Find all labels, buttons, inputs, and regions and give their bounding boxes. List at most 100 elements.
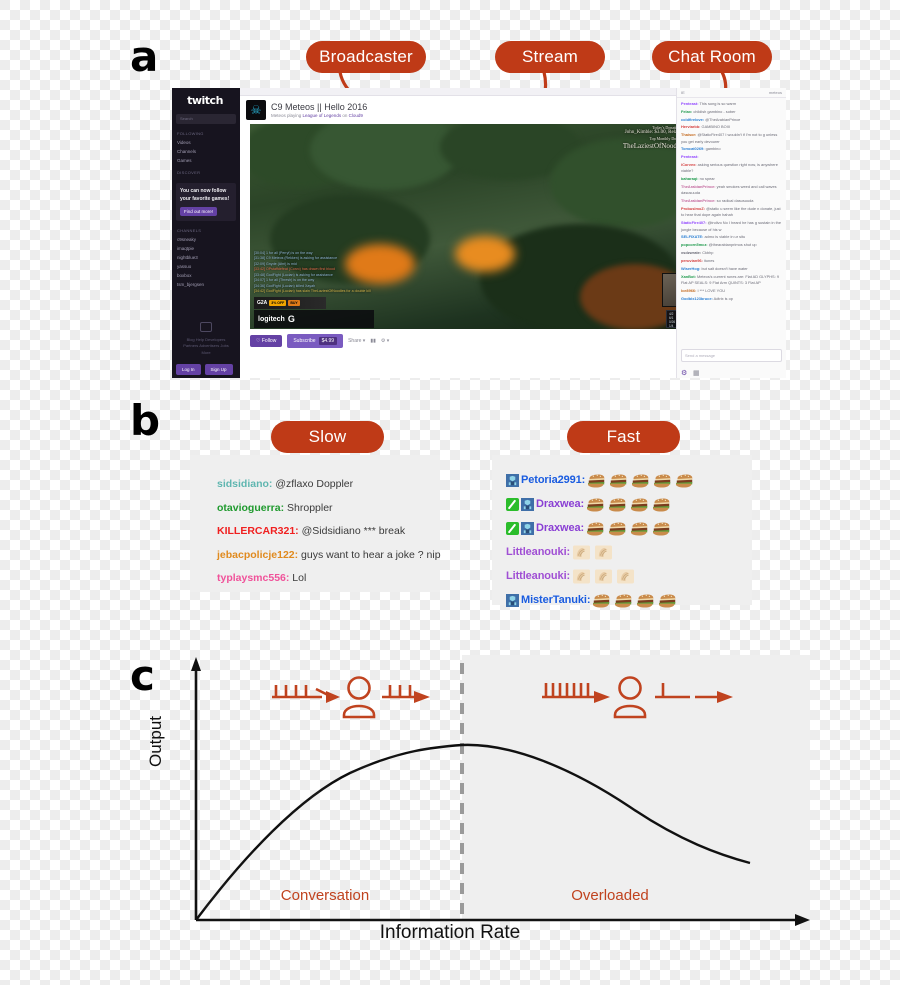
chat-username[interactable]: SELFIXATE: — [681, 234, 703, 239]
sidebar-channel-item[interactable]: imaqtpie — [177, 246, 240, 251]
chat-footer: ⚙ ▦ — [681, 369, 700, 377]
hand-emote — [595, 569, 613, 583]
y-axis-label: Output — [146, 715, 165, 767]
chat-username[interactable]: coldfirelove: — [681, 117, 704, 122]
sidebar-section-following: FOLLOWING — [177, 131, 204, 136]
chat-text: @StaticFire407 I wouldn't if I'm not to … — [681, 132, 778, 144]
chat-username[interactable]: Penteast: — [681, 101, 699, 106]
chat-username[interactable]: ProbuslmoZ: — [681, 206, 705, 211]
panel-letter-b: b — [130, 396, 161, 445]
chat-username[interactable]: TheArabianPrince: — [681, 184, 716, 189]
sidebar-channel-item[interactable]: yassuo — [177, 264, 240, 269]
chat-username[interactable]: Ice8966: — [681, 288, 696, 293]
chat-username[interactable]: typlaysmc556: — [217, 572, 289, 584]
chat-text: no spear — [698, 176, 715, 182]
chat-username[interactable]: Godblx123bruce: — [681, 296, 713, 301]
chat-username[interactable]: Thaisor: — [681, 132, 696, 137]
gear-icon[interactable]: ⚙ ▾ — [381, 338, 389, 344]
chat-message: Thaisor: @StaticFire407 I wouldn't if I'… — [681, 132, 782, 145]
overloaded-region-shading — [462, 655, 810, 920]
chat-username[interactable]: xsdzwrate: — [681, 250, 701, 255]
chat-username[interactable]: TheArabianPrince: — [681, 198, 716, 203]
chat-username[interactable]: otavioguerra: — [217, 502, 284, 514]
chat-username[interactable]: peruvian96: — [681, 258, 703, 263]
sidebar-channel-item[interactable]: nightblue3 — [177, 255, 240, 260]
callout-stream: Stream — [495, 41, 605, 73]
burger-emote — [588, 474, 605, 488]
chat-username[interactable]: sidsidiano: — [217, 478, 272, 490]
chat-text: @Sidsidiano *** break — [298, 525, 406, 537]
stream-subtitle: Meteos playing League of Legends on Clou… — [271, 113, 363, 118]
chat-username[interactable]: baharaqi: — [681, 176, 699, 181]
follow-button[interactable]: ♡ Follow — [250, 335, 283, 347]
chat-username[interactable]: Draxwea: — [536, 522, 584, 534]
channel-link[interactable]: Cloud9 — [349, 113, 363, 118]
chat-text: @TheArabianPrince — [704, 116, 741, 122]
chat-users-icon[interactable]: ▦ — [693, 369, 700, 377]
promo-title: You can now follow your favorite games! — [180, 188, 230, 202]
sidebar-channel-item[interactable]: tsm_bjergsen — [177, 282, 240, 287]
chart-svg — [191, 655, 810, 926]
auth-buttons: Log In Sign Up — [176, 364, 233, 375]
chat-text: admo is viable in ur situ — [703, 234, 746, 240]
chat-message-list[interactable]: Penteast: This song is so warm Felax: chi… — [677, 98, 786, 302]
hand-emote — [573, 569, 591, 583]
sidebar-channel-item[interactable]: c9sneaky — [177, 237, 240, 242]
chat-username[interactable]: Petoria2991: — [521, 474, 585, 486]
sidebar-item-channels[interactable]: Channels — [177, 149, 240, 154]
sidebar-channel-item[interactable]: boxbox — [177, 273, 240, 278]
chat-username[interactable]: XanBot: — [681, 274, 696, 279]
chat-username[interactable]: MisterTanuki: — [521, 594, 591, 606]
slow-chat-message: typlaysmc556: Lol — [217, 573, 440, 584]
fast-chat-panel: Petoria2991: Draxwea: Draxwea: Littleanouki… — [492, 455, 752, 608]
chat-username[interactable]: iCorvex: — [681, 162, 697, 167]
chat-username[interactable]: Draxwea: — [536, 498, 584, 510]
sidebar-item-videos[interactable]: Videos — [177, 140, 240, 145]
burger-emote — [631, 498, 648, 512]
login-button[interactable]: Log In — [176, 364, 201, 375]
subscribe-price: $4.99 — [318, 337, 338, 345]
moderator-sword-badge-icon — [506, 521, 519, 535]
theatre-mode-icon[interactable]: ▮▮ — [370, 338, 376, 344]
broadcaster-avatar[interactable]: ☠ — [246, 100, 266, 120]
chat-username[interactable]: popcorn5mcz: — [681, 242, 708, 247]
chat-text: @thearabianprimos shut up — [707, 242, 757, 248]
region-label-conversation: Conversation — [280, 887, 370, 904]
sidebar-item-games[interactable]: Games — [177, 158, 240, 163]
subscribe-button[interactable]: Subscribe $4.99 — [287, 334, 344, 348]
chat-text: GAMBINO BOIII — [700, 124, 730, 130]
chat-username[interactable]: Littleanouki: — [506, 570, 570, 582]
chat-message: SELFIXATE: admo is viable in ur situ — [681, 234, 782, 240]
chat-username[interactable]: KILLERCAR321: — [217, 525, 299, 537]
chat-message: coldfirelove: @TheArabianPrince — [681, 117, 782, 123]
chat-text: so radical dasusuuda — [715, 198, 754, 204]
chat-message: Herviarbb: GAMBINO BOIII — [681, 124, 782, 130]
ad-cta[interactable]: BUY — [288, 300, 300, 306]
player-controls[interactable]: logitech G — [254, 310, 374, 328]
slow-chat-message: otavioguerra: Shroppler — [217, 502, 440, 514]
chat-username[interactable]: Littleanouki: — [506, 546, 570, 558]
chat-username[interactable]: WiserHog: — [681, 266, 700, 271]
chat-header-icon[interactable]: IE — [681, 90, 685, 95]
sidebar-footer: Blog Help Developers Partners Advertiser… — [172, 321, 240, 356]
footer-more[interactable]: More — [172, 350, 240, 356]
twitch-search-input[interactable]: Search — [176, 114, 236, 124]
share-button[interactable]: Share ▾ — [348, 338, 365, 344]
twitch-logo: twitch — [187, 93, 223, 107]
signup-button[interactable]: Sign Up — [204, 364, 233, 375]
chat-username[interactable]: Herviarbb: — [681, 124, 700, 129]
chat-username[interactable]: Felax: — [681, 109, 692, 114]
label-slow: Slow — [271, 421, 384, 453]
chat-username[interactable]: jebacpolicje122: — [217, 549, 298, 561]
hand-emote — [573, 545, 591, 559]
chat-username[interactable]: Tomcat0269: — [681, 146, 705, 151]
chat-header: IE meteos — [677, 88, 786, 98]
stream-ad-banner[interactable]: G2A 3% OFF BUY — [254, 297, 326, 309]
chat-username[interactable]: StaticFire407: — [681, 220, 707, 225]
chat-message-input[interactable]: Send a message — [681, 349, 782, 362]
chat-username[interactable]: Penteast: — [681, 154, 699, 159]
moderator-sword-badge-icon — [506, 497, 519, 511]
game-link[interactable]: League of Legends — [303, 113, 342, 118]
chat-settings-gear-icon[interactable]: ⚙ — [681, 369, 688, 377]
promo-button[interactable]: Find out more! — [180, 207, 218, 216]
